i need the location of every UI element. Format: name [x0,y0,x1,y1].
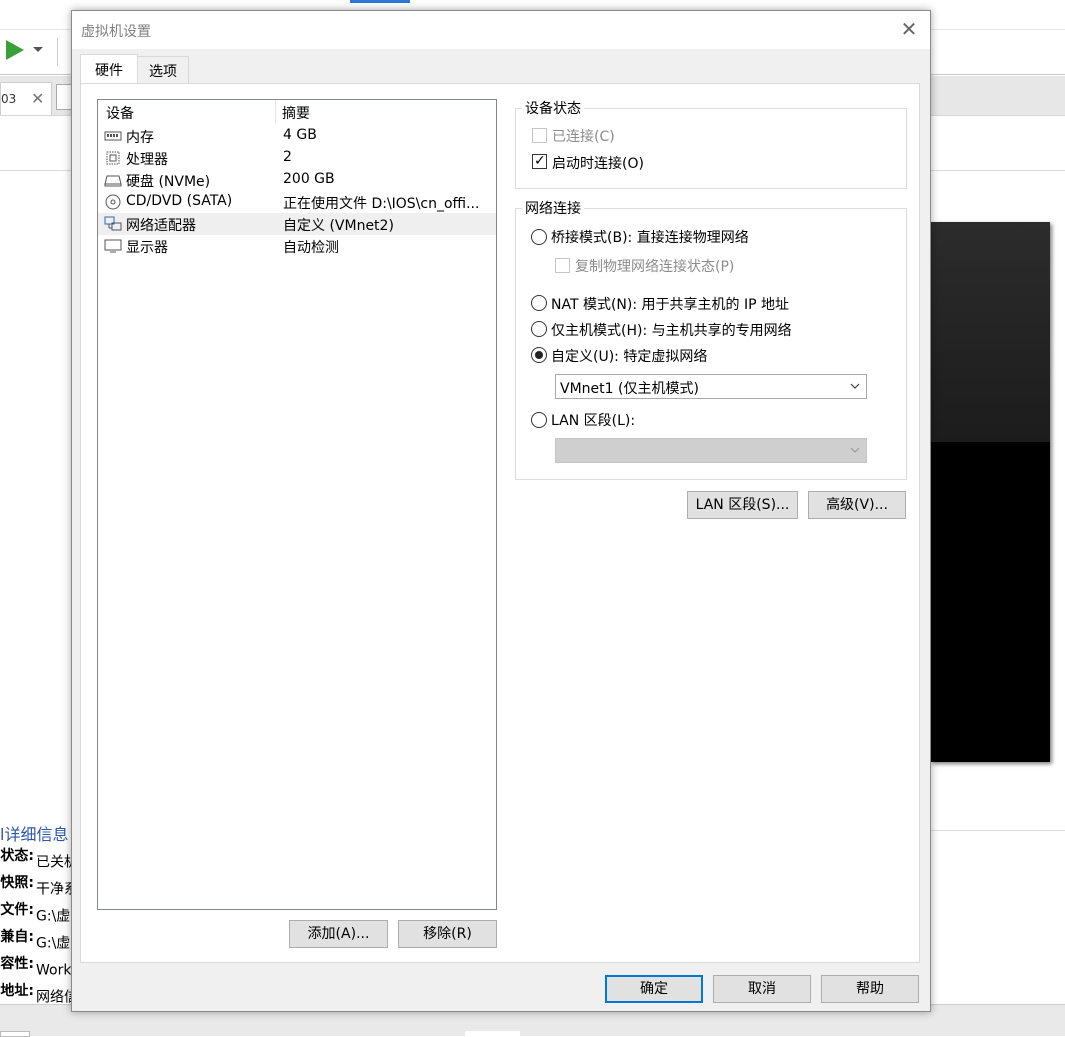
custom-label: 自定义(U): 特定虚拟网络 [551,349,708,365]
device-name: CD/DVD (SATA) [126,193,233,209]
device-row-processor[interactable]: 处理器 2 [98,147,496,169]
connect-at-power-on-checkbox[interactable]: ✓ [532,153,547,169]
device-name: 显示器 [126,240,168,256]
close-tab-icon[interactable]: ✕ [31,89,44,108]
device-status-title: 设备状态 [522,98,584,118]
tab-options[interactable]: 选项 [137,56,189,84]
device-row-memory[interactable]: 内存 4 GB [98,125,496,147]
hardware-panel: 设备 摘要 内存 4 GB 处理器 2 硬盘 (NVMe) 200 GB CD/… [80,83,920,963]
connect-at-power-on-label: 启动时连接(O) [552,156,644,172]
nat-label: NAT 模式(N): 用于共享主机的 IP 地址 [551,297,789,313]
connected-label: 已连接(C) [552,129,615,145]
lan-segment-label: LAN 区段(L): [551,413,636,429]
nat-radio[interactable] [531,295,547,311]
power-dropdown-icon[interactable] [33,47,43,52]
check-icon: ✓ [534,153,546,169]
vm-details: 状态: 已关机 快照: 干净系 文件: G:\虚 兼自: G:\虚 容性: Work 地址… [0,846,78,1008]
lan-segment-radio[interactable] [531,412,547,428]
connected-checkbox[interactable] [532,128,547,143]
device-summary: 2 [283,149,292,165]
device-row-cd-dvd[interactable]: CD/DVD (SATA) 正在使用文件 D:\IOS\cn_offi... [98,191,496,213]
vm-tab[interactable]: 03 ✕ [0,82,52,115]
device-name: 内存 [126,130,154,146]
host-only-radio[interactable] [531,321,547,337]
custom-network-value: VMnet1 (仅主机模式) [560,381,699,397]
device-name: 硬盘 (NVMe) [126,174,211,190]
device-name: 网络适配器 [126,218,196,234]
chevron-down-icon [850,447,860,453]
device-summary: 200 GB [283,171,335,187]
lan-segment-select[interactable] [555,438,867,463]
device-summary: 自定义 (VMnet2) [283,218,394,234]
active-tab-indicator [350,0,410,3]
device-row-network-adapter[interactable]: 网络适配器 自定义 (VMnet2) [98,213,496,235]
replicate-state-label: 复制物理网络连接状态(P) [575,259,735,275]
display-icon [104,239,122,253]
vm-detail-row: 容性: Work [0,956,72,979]
custom-network-select[interactable]: VMnet1 (仅主机模式) [555,374,867,399]
custom-radio[interactable] [531,347,547,363]
device-status-group: 设备状态 已连接(C) ✓ 启动时连接(O) [515,98,907,189]
column-header-summary[interactable]: 摘要 [282,103,310,123]
bridged-radio[interactable] [531,229,547,245]
host-only-label: 仅主机模式(H): 与主机共享的专用网络 [551,323,792,339]
vm-tab-label: 03 [1,92,17,106]
vm-preview-screen[interactable] [930,222,1050,762]
remove-device-button[interactable]: 移除(R) [398,920,497,948]
close-icon[interactable]: ✕ [898,19,920,41]
hard-disk-icon [104,175,122,187]
add-device-button[interactable]: 添加(A)... [289,920,388,948]
vm-detail-row: 快照: 干净系 [0,875,78,898]
device-name: 处理器 [126,152,168,168]
vm-details-title: l详细信息 [0,825,69,844]
tab-hardware[interactable]: 硬件 [80,54,138,83]
dialog-title: 虚拟机设置 [81,24,151,40]
dialog-title-bar: 虚拟机设置 ✕ [72,11,930,49]
network-connection-title: 网络连接 [522,198,584,218]
vm-settings-dialog: 虚拟机设置 ✕ 硬件 选项 设备 摘要 内存 4 GB 处理器 2 硬盘 (NV… [71,10,931,1012]
device-list-header: 设备 摘要 [98,100,496,123]
bridged-label: 桥接模式(B): 直接连接物理网络 [551,230,749,246]
device-summary: 4 GB [283,127,317,143]
power-on-icon[interactable] [6,40,24,60]
device-summary: 自动检测 [283,240,339,256]
lan-segments-button[interactable]: LAN 区段(S)... [687,491,798,519]
network-connection-group: 网络连接 桥接模式(B): 直接连接物理网络 复制物理网络连接状态(P) NAT… [515,198,907,480]
replicate-state-checkbox[interactable] [555,258,570,273]
device-row-display[interactable]: 显示器 自动检测 [98,235,496,257]
cancel-button[interactable]: 取消 [713,975,811,1003]
memory-icon [104,131,122,141]
chevron-down-icon [850,383,860,389]
advanced-button[interactable]: 高级(V)... [808,491,906,519]
vm-detail-row: 文件: G:\虚 [0,902,71,925]
vm-detail-row: 兼自: G:\虚 [0,929,71,952]
device-row-hard-disk[interactable]: 硬盘 (NVMe) 200 GB [98,169,496,191]
help-button[interactable]: 帮助 [821,975,919,1003]
divider [930,830,1065,831]
radio-selected-dot [535,351,543,359]
cd-dvd-icon [105,194,121,210]
processor-icon [106,151,120,165]
network-adapter-icon [104,216,122,231]
column-header-device[interactable]: 设备 [106,103,134,123]
ok-button[interactable]: 确定 [605,975,703,1003]
toolbar-separator [57,38,58,66]
device-list[interactable]: 设备 摘要 内存 4 GB 处理器 2 硬盘 (NVMe) 200 GB CD/… [97,99,497,910]
vm-detail-row: 状态: 已关机 [0,848,78,871]
device-summary: 正在使用文件 D:\IOS\cn_offi... [283,196,480,212]
